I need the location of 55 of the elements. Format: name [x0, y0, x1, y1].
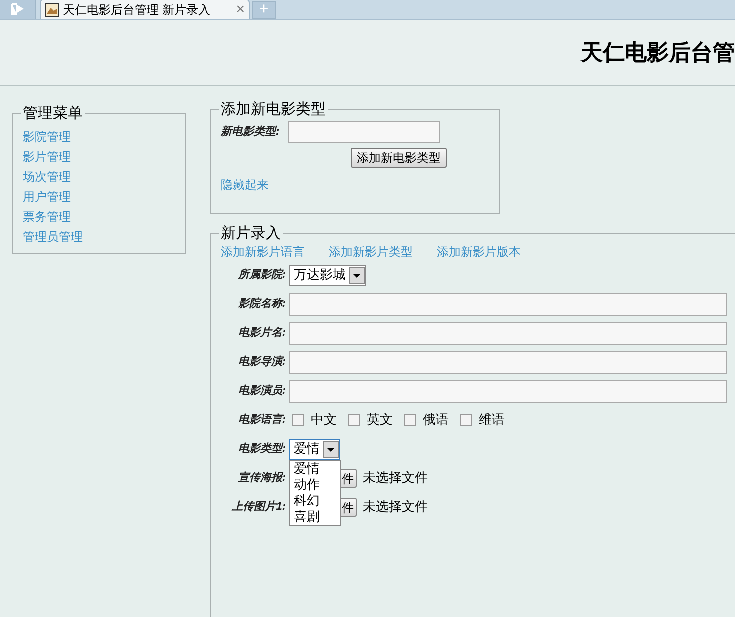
panel-title: 新片录入: [220, 226, 282, 241]
field-label: 电影演员:: [237, 384, 287, 399]
menu-link[interactable]: 影片管理: [23, 147, 71, 167]
select-dropdown[interactable]: 爱情: [289, 438, 340, 460]
panel-title: 管理菜单: [22, 106, 84, 121]
checkbox-label: 中文: [311, 411, 337, 430]
page-icon: [45, 2, 59, 16]
arrow-icon: [10, 3, 24, 15]
add-type-button[interactable]: 添加新电影类型: [351, 148, 447, 168]
checkbox[interactable]: [460, 414, 472, 426]
text-input[interactable]: [289, 292, 727, 316]
text-input[interactable]: [288, 121, 440, 143]
caret-icon: [323, 440, 339, 458]
checkbox-label: 维语: [479, 411, 505, 430]
tab-title: 天仁电影后台管理 新片录入: [63, 2, 212, 18]
field-label: 电影导演:: [237, 354, 287, 370]
checkbox[interactable]: [404, 414, 416, 426]
page-title: 天仁电影后台管: [581, 42, 735, 64]
checkbox-label: 俄语: [423, 411, 449, 430]
dropdown-option[interactable]: 科幻: [290, 492, 340, 508]
text-input[interactable]: [289, 350, 727, 374]
add-link[interactable]: 添加新影片版本: [437, 243, 521, 261]
text-input[interactable]: [289, 322, 727, 344]
file-status: 未选择文件: [363, 498, 428, 516]
dropdown-option[interactable]: 喜剧: [290, 508, 340, 524]
field-label: 新电影类型:: [221, 124, 280, 140]
add-link[interactable]: 添加新影片类型: [329, 243, 413, 261]
checkbox[interactable]: [348, 414, 360, 426]
field-label: 影院名称:: [237, 296, 287, 312]
panel-title: 添加新电影类型: [220, 102, 327, 117]
add-link[interactable]: 添加新影片语言: [221, 243, 305, 261]
field-label: 电影语言:: [237, 412, 287, 428]
field-label: 电影类型:: [237, 442, 287, 457]
checkbox-label: 英文: [367, 411, 393, 430]
field-label: 电影片名:: [237, 326, 287, 341]
dropdown-option[interactable]: 爱情: [290, 460, 340, 476]
menu-link[interactable]: 票务管理: [23, 207, 71, 227]
back-button[interactable]: [0, 0, 36, 19]
text-input[interactable]: [289, 380, 727, 402]
new-tab-button[interactable]: +: [252, 1, 276, 19]
menu-link[interactable]: 用户管理: [23, 187, 71, 207]
hide-link[interactable]: 隐藏起来: [221, 176, 269, 194]
checkbox[interactable]: [292, 414, 304, 426]
field-label: 所属影院:: [237, 268, 287, 283]
close-icon[interactable]: ×: [236, 2, 245, 17]
menu-link[interactable]: 场次管理: [23, 167, 71, 187]
menu-link[interactable]: 影院管理: [23, 127, 71, 147]
browser-tab[interactable]: 天仁电影后台管理 新片录入 ×: [40, 0, 250, 19]
menu-link[interactable]: 管理员管理: [23, 227, 83, 247]
select-dropdown[interactable]: 万达影城: [289, 264, 366, 286]
file-status: 未选择文件: [363, 469, 428, 488]
dropdown-option[interactable]: 动作: [290, 476, 340, 492]
field-label: 宣传海报:: [237, 470, 287, 486]
caret-icon: [349, 266, 365, 284]
field-label: 上传图片1:: [230, 500, 287, 515]
